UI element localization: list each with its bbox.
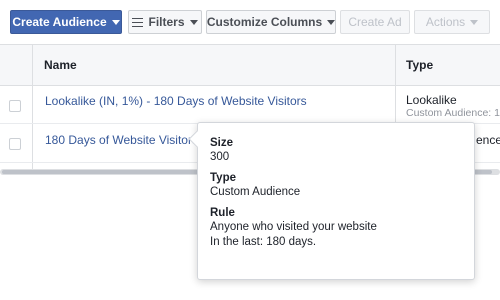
chevron-down-icon: [189, 19, 198, 25]
tooltip-type-value: Custom Audience: [210, 186, 301, 198]
chevron-down-icon: [470, 19, 479, 25]
customize-columns-label: Customize Columns: [206, 15, 323, 29]
audience-name-link[interactable]: Lookalike (IN, 1%) - 180 Days of Website…: [45, 94, 307, 108]
filters-button[interactable]: Filters: [128, 10, 202, 34]
create-ad-label: Create Ad: [348, 15, 402, 29]
row-checkbox[interactable]: [9, 100, 21, 112]
table-header: Name Type: [0, 45, 500, 86]
create-ad-button[interactable]: Create Ad: [340, 10, 410, 34]
audience-name-link[interactable]: 180 Days of Website Visitors: [45, 133, 198, 147]
tooltip-type-label: Type: [210, 172, 236, 184]
tooltip-size-label: Size: [210, 137, 234, 149]
audience-type: Lookalike: [406, 93, 457, 107]
tooltip-rule-line2: In the last: 180 days.: [210, 236, 317, 248]
filter-icon: [132, 17, 144, 27]
create-audience-button[interactable]: Create Audience: [10, 10, 122, 34]
row-checkbox[interactable]: [9, 138, 21, 150]
column-header-name[interactable]: Name: [44, 58, 77, 72]
customize-columns-button[interactable]: Customize Columns: [206, 10, 336, 34]
audience-type: ence: [476, 133, 500, 147]
create-audience-label: Create Audience: [12, 15, 107, 29]
toolbar: Create Audience Filters Customize Column…: [0, 0, 500, 44]
column-header-type[interactable]: Type: [406, 58, 433, 72]
filters-label: Filters: [148, 15, 185, 29]
actions-label: Actions: [425, 15, 466, 29]
actions-button[interactable]: Actions: [414, 10, 490, 34]
table-row: Lookalike (IN, 1%) - 180 Days of Website…: [0, 86, 500, 124]
tooltip-size-value: 300: [210, 151, 230, 163]
audience-details-tooltip: Size 300 Type Custom Audience Rule Anyon…: [188, 122, 475, 280]
tooltip-rule-label: Rule: [210, 207, 235, 219]
chevron-down-icon: [327, 19, 336, 25]
tooltip-rule-line1: Anyone who visited your website: [210, 221, 377, 233]
audience-subtype: Custom Audience: 18: [406, 107, 500, 119]
chevron-down-icon: [111, 19, 120, 25]
